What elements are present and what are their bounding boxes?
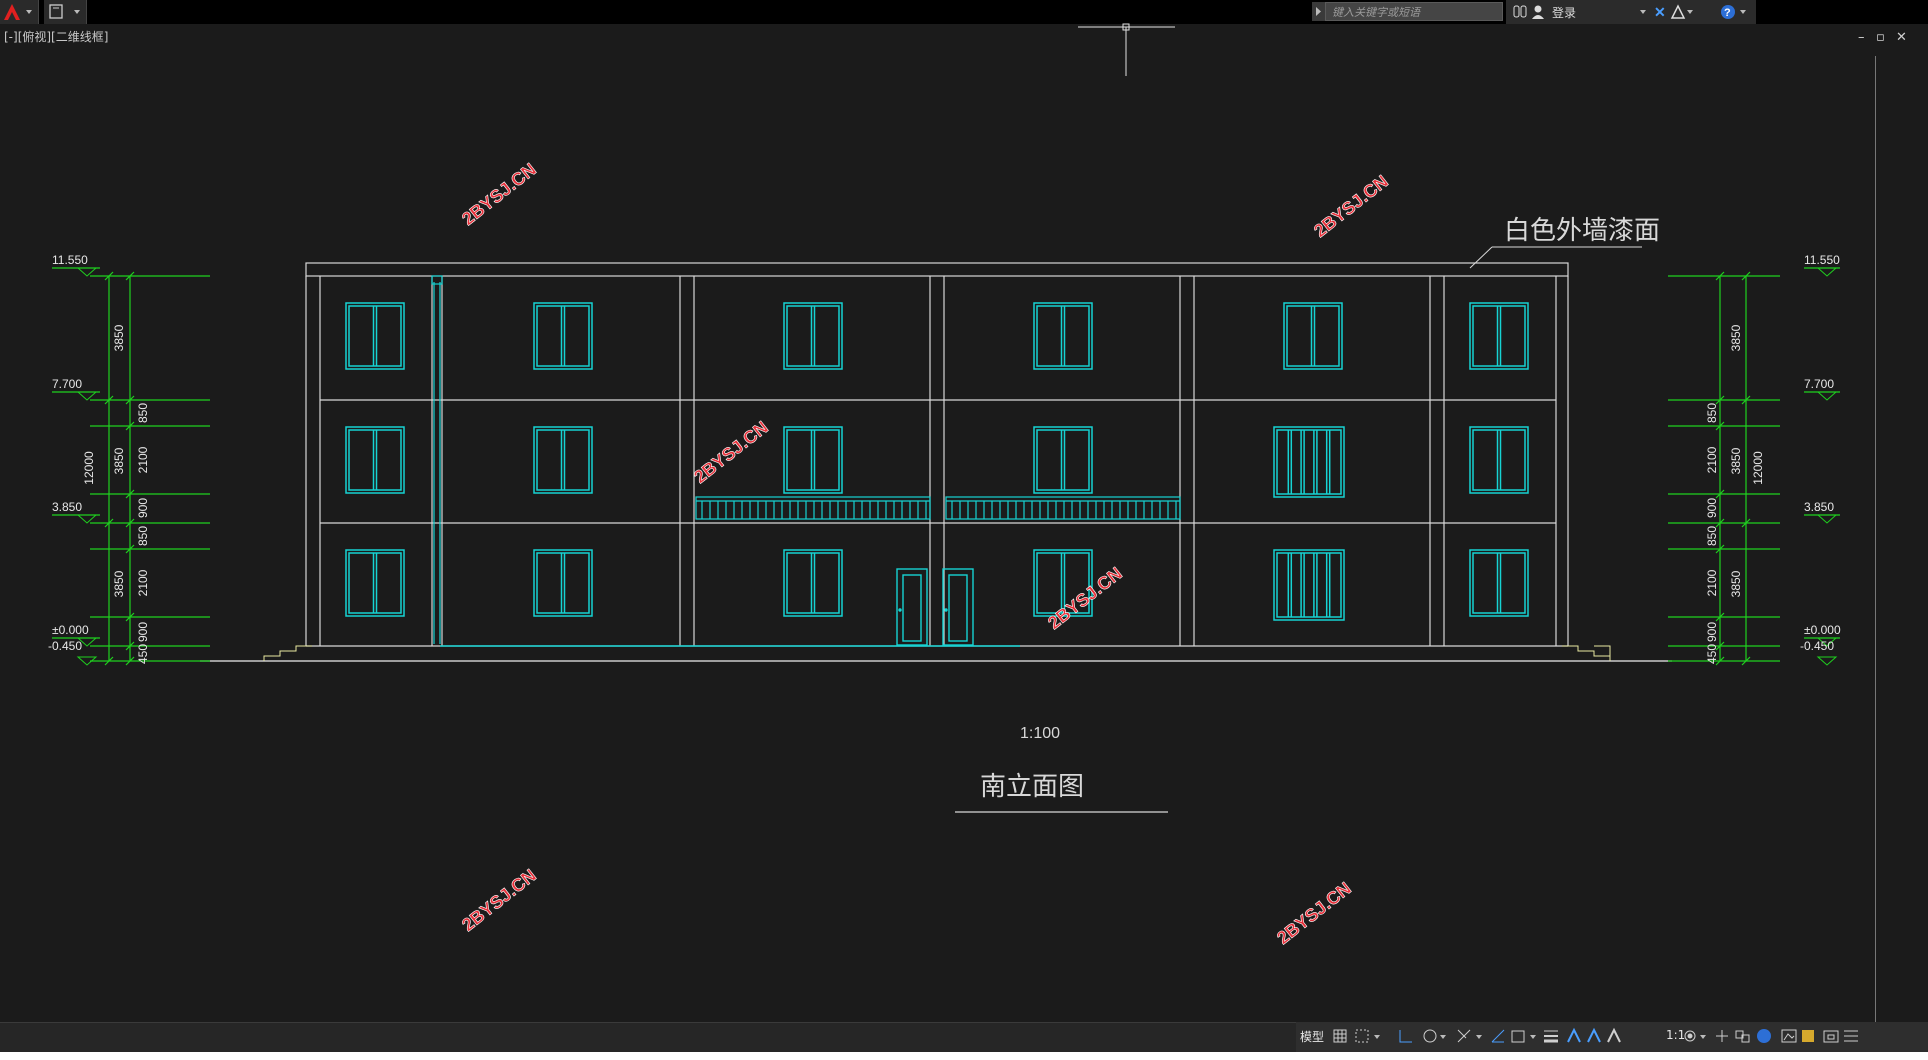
- dimension-text: 3850: [112, 324, 126, 351]
- material-leader: [1469, 246, 1642, 269]
- elevation-label: -0.450: [1800, 639, 1834, 653]
- building-outline: [200, 262, 1672, 662]
- window: [1033, 426, 1093, 494]
- windows-group: [345, 302, 1529, 621]
- elevation-label: 3.850: [1804, 500, 1834, 514]
- dimension-text: 3850: [1729, 570, 1743, 597]
- otrack-icon[interactable]: [1491, 1029, 1505, 1043]
- watermarks: 2BYSJ.CN 2BYSJ.CN 2BYSJ.CN 2BYSJ.CN 2BYSJ.CN…: [458, 159, 1392, 949]
- elevation-label: -0.450: [48, 639, 82, 653]
- window: [1469, 426, 1529, 494]
- elevation-label: 3.850: [52, 500, 82, 514]
- dimension-text: 900: [1705, 498, 1719, 518]
- dimension-text: 850: [136, 526, 150, 546]
- downpipe: [431, 275, 443, 644]
- lineweight-icon[interactable]: [1544, 1030, 1558, 1043]
- elevation-label: 11.550: [52, 253, 88, 267]
- drawing-scale: 1:100: [1020, 725, 1060, 742]
- drawing-title: 南立面图: [980, 771, 1084, 801]
- watermark-text: 2BYSJ.CN: [458, 865, 540, 935]
- window: [783, 302, 843, 370]
- annotation-visibility-icon[interactable]: [1567, 1027, 1581, 1043]
- dimension-right: 11.550 7.700 3.850 ±0.000 -0.450 3850 3850 3850…: [1668, 253, 1841, 666]
- model-tab[interactable]: 模型: [1300, 1028, 1324, 1045]
- window: [1283, 302, 1343, 370]
- railing: [945, 496, 1181, 520]
- dimension-text: 850: [1705, 403, 1719, 423]
- crosshair-cursor: [1078, 23, 1175, 76]
- dyn-input-icon[interactable]: [1511, 1030, 1536, 1043]
- window: [533, 549, 593, 617]
- annotation-scale-icon[interactable]: [1607, 1027, 1621, 1043]
- command-line-strip: [0, 1052, 1928, 1060]
- railing: [695, 496, 931, 520]
- entrance-steps: [263, 645, 1611, 661]
- window: [783, 426, 843, 494]
- window: [1469, 549, 1529, 617]
- window: [1469, 302, 1529, 370]
- dimension-text: 900: [1705, 622, 1719, 642]
- elevation-label: ±0.000: [1804, 623, 1841, 637]
- dimension-text: 850: [136, 403, 150, 423]
- dimension-text: 3850: [1729, 324, 1743, 351]
- window: [345, 302, 405, 370]
- elevation-label: 11.550: [1804, 253, 1840, 267]
- balcony-railings: [695, 496, 1181, 520]
- dimension-text: 3850: [112, 570, 126, 597]
- plus-icon[interactable]: [1716, 1030, 1728, 1042]
- elevation-label: 7.700: [1804, 377, 1834, 391]
- status-icons: [1333, 1027, 1858, 1043]
- dimension-text: 2100: [136, 446, 150, 473]
- dimension-text: 3850: [1729, 447, 1743, 474]
- elevation-label: ±0.000: [52, 623, 89, 637]
- entrance-doors: [896, 568, 974, 646]
- watermark-text: 2BYSJ.CN: [690, 417, 772, 487]
- watermark-text: 2BYSJ.CN: [458, 159, 540, 229]
- window: [783, 549, 843, 617]
- dimension-text: 12000: [82, 451, 96, 485]
- osnap-icon[interactable]: [1457, 1029, 1482, 1043]
- clean-screen-icon[interactable]: [1781, 1029, 1797, 1043]
- material-note: 白色外墙漆面: [1504, 215, 1660, 245]
- auto-scale-icon[interactable]: [1587, 1027, 1601, 1043]
- watermark-text: 2BYSJ.CN: [1273, 878, 1355, 948]
- drawing-canvas[interactable]: 白色外墙漆面 11.550 7.700 3.850 ±0.000 -0.450 3850 3…: [0, 0, 1928, 1022]
- polar-icon[interactable]: [1423, 1029, 1446, 1043]
- dimension-text: 450: [1705, 644, 1719, 664]
- watermark-text: 2BYSJ.CN: [1044, 563, 1126, 633]
- window: [1273, 549, 1345, 621]
- layout-icon[interactable]: [1823, 1030, 1839, 1043]
- window: [533, 426, 593, 494]
- annotation-scale-dropdown[interactable]: 1:1: [1666, 1028, 1685, 1042]
- ortho-icon[interactable]: [1399, 1030, 1412, 1043]
- workspace-gear-icon[interactable]: [1684, 1030, 1706, 1042]
- dimension-text: 2100: [136, 569, 150, 596]
- grid-icon[interactable]: [1333, 1029, 1347, 1043]
- properties-icon[interactable]: [1802, 1030, 1814, 1042]
- dimension-text: 2100: [1705, 569, 1719, 596]
- dimension-text: 2100: [1705, 446, 1719, 473]
- snap-icon[interactable]: [1355, 1029, 1380, 1043]
- dimension-text: 900: [136, 498, 150, 518]
- hardware-accel-icon[interactable]: [1757, 1029, 1771, 1043]
- window: [345, 549, 405, 617]
- status-bar-tools: [1296, 1022, 1928, 1052]
- dimension-text: 450: [136, 644, 150, 664]
- dimension-text: 900: [136, 622, 150, 642]
- watermark-text: 2BYSJ.CN: [1310, 171, 1392, 241]
- isolate-icon[interactable]: [1735, 1030, 1750, 1043]
- dimension-text: 3850: [112, 447, 126, 474]
- customize-menu-icon[interactable]: [1844, 1030, 1858, 1042]
- dimension-text: 850: [1705, 526, 1719, 546]
- window: [1033, 302, 1093, 370]
- window: [1273, 426, 1345, 498]
- window: [533, 302, 593, 370]
- elevation-label: 7.700: [52, 377, 82, 391]
- window: [345, 426, 405, 494]
- dimension-left: 11.550 7.700 3.850 ±0.000 -0.450 3850 3850 3850…: [48, 253, 210, 666]
- dimension-text: 12000: [1751, 451, 1765, 485]
